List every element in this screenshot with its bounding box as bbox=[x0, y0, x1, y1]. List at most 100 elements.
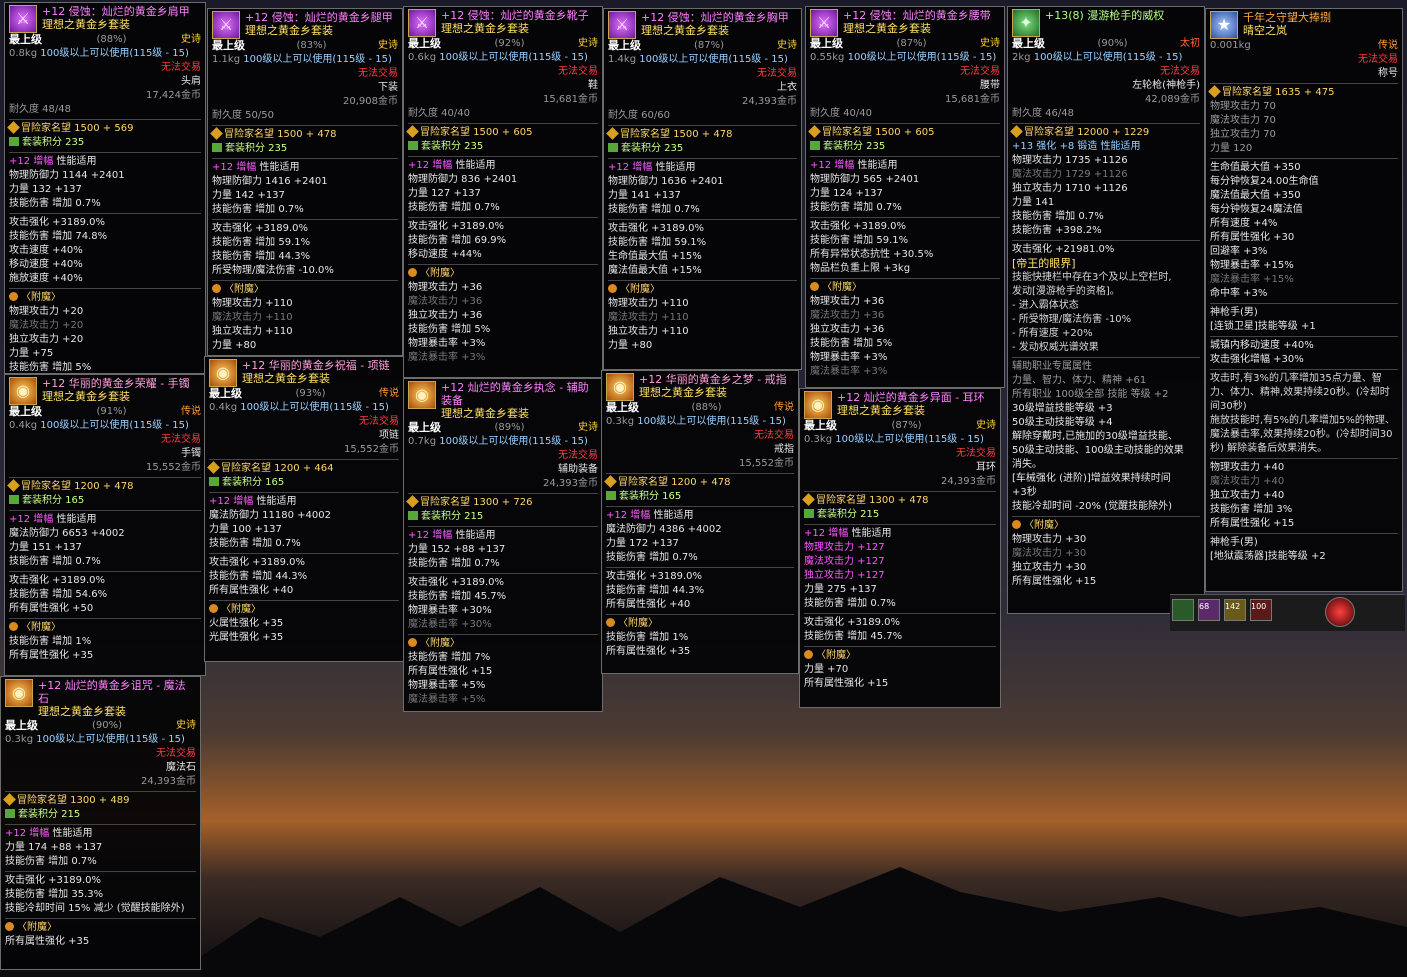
set-points: 套装积分 235 bbox=[408, 140, 598, 154]
stat-line: 物理防御力 836 +2401 bbox=[408, 174, 518, 185]
enchant-line: 独立攻击力 +110 bbox=[212, 326, 293, 337]
stat-line: 物理攻击力 1735 +1126 bbox=[1012, 155, 1128, 166]
enchant-line: 魔法攻击力 +36 bbox=[408, 296, 483, 307]
stat-line: 技能伤害 增加 0.7% bbox=[1012, 211, 1104, 222]
stat-line: 攻击强化 +3189.0% bbox=[608, 223, 705, 234]
stat-line: 技能伤害 增加 0.7% bbox=[5, 856, 97, 867]
price: 24,393金币 bbox=[941, 476, 996, 487]
grade-pct: (90%) bbox=[1097, 38, 1128, 49]
stat-line: 力量 151 +137 bbox=[9, 542, 82, 553]
stat-line: 技能冷却时间 15% 减少 (觉醒技能除外) bbox=[5, 903, 185, 914]
grade: 最上级 bbox=[209, 387, 242, 400]
grade-pct: (87%) bbox=[896, 38, 927, 49]
enchant-line: 所有属性强化 +15 bbox=[804, 678, 889, 689]
trade-status: 无法交易 bbox=[156, 748, 196, 759]
set-points: 套装积分 235 bbox=[9, 136, 201, 150]
grade: 最上级 bbox=[5, 719, 38, 732]
trade-status: 无法交易 bbox=[1160, 66, 1200, 77]
option-line: 发动[漫游枪手的资格]。 bbox=[1012, 286, 1120, 297]
item-type: 下装 bbox=[378, 82, 398, 93]
set-name: 理想之黄金乡套装 bbox=[242, 372, 330, 385]
option-line: - 所受物理/魔法伤害 -10% bbox=[1012, 314, 1132, 325]
enchant-line: 技能伤害 增加 1% bbox=[9, 636, 92, 647]
grade-pct: (87%) bbox=[891, 420, 922, 431]
skill-orb-icon[interactable] bbox=[1325, 597, 1355, 627]
weight: 0.7kg bbox=[408, 436, 437, 447]
stat-line: 技能伤害 增加 0.7% bbox=[9, 198, 101, 209]
trade-status: 无法交易 bbox=[757, 68, 797, 79]
weight: 0.6kg bbox=[408, 52, 437, 63]
item-name: 千年之守望大捧捌 bbox=[1243, 11, 1331, 24]
fame: 冒险家名望 1300 + 726 bbox=[406, 495, 598, 510]
grade: 最上级 bbox=[212, 39, 245, 52]
enchant-line: 技能伤害 增加 1% bbox=[606, 632, 689, 643]
trade-status: 无法交易 bbox=[956, 448, 996, 459]
item-name: +12 侵蚀：灿烂的黄金乡靴子 bbox=[441, 9, 589, 22]
hud-slot[interactable]: 142 bbox=[1224, 599, 1246, 621]
town-speed: 城镇内移动速度 +40% bbox=[1210, 340, 1314, 351]
weight: 2kg bbox=[1012, 52, 1031, 63]
stat-line: 力量 127 +137 bbox=[408, 188, 481, 199]
price: 24,393金币 bbox=[543, 478, 598, 489]
proc-desc: 攻击时,有3%的几率增加35点力量、智力、体力、精神,效果持续20秒。(冷却时间… bbox=[1210, 373, 1390, 412]
set-points: 套装积分 215 bbox=[408, 510, 598, 524]
set-name: 理想之黄金乡套装 bbox=[441, 22, 529, 35]
stat-line: 技能伤害 增加 0.7% bbox=[606, 552, 698, 563]
set-name: 理想之黄金乡套装 bbox=[837, 404, 925, 417]
fame: 冒险家名望 12000 + 1229 bbox=[1010, 125, 1200, 140]
stat-line: 技能伤害 增加 35.3% bbox=[5, 889, 104, 900]
enchant-line: 所有属性强化 +15 bbox=[1012, 576, 1097, 587]
fame: 冒险家名望 1635 + 475 bbox=[1208, 85, 1398, 100]
durability: 耐久度 48/48 bbox=[9, 104, 71, 115]
stat-line: 攻击强化 +3189.0% bbox=[408, 221, 505, 232]
rarity: 史诗 bbox=[181, 34, 201, 45]
stat-line: 技能伤害 增加 45.7% bbox=[408, 591, 507, 602]
rarity: 史诗 bbox=[578, 38, 598, 49]
stat-line: 魔法暴击率 +15% bbox=[1210, 274, 1294, 285]
rarity: 太初 bbox=[1180, 38, 1200, 49]
tooltip-bracelet: ◉ +12 华丽的黄金乡荣耀 - 手镯 理想之黄金乡套装 最上级 (91%) 传说 … bbox=[4, 374, 206, 676]
set-name: 理想之黄金乡套装 bbox=[641, 24, 729, 37]
hud-slot[interactable] bbox=[1172, 599, 1194, 621]
level-req: 100级以上可以使用(115级 - 15) bbox=[439, 436, 588, 447]
enchant-line: 独立攻击力 +40 bbox=[1210, 490, 1285, 501]
grade: 最上级 bbox=[608, 39, 641, 52]
amp-header: +12 增幅 性能适用 bbox=[5, 828, 93, 839]
item-name: +12 侵蚀：灿烂的黄金乡腿甲 bbox=[245, 11, 393, 24]
stat-line: 物理攻击力 70 bbox=[1210, 101, 1276, 112]
price: 15,681金币 bbox=[945, 94, 1000, 105]
enchant-line: 光属性强化 +35 bbox=[209, 632, 284, 643]
item-type: 腰带 bbox=[980, 80, 1000, 91]
trade-status: 无法交易 bbox=[358, 68, 398, 79]
enchant-line: 魔法攻击力 +20 bbox=[9, 320, 84, 331]
weight: 0.4kg bbox=[9, 420, 38, 431]
fame: 冒险家名望 1200 + 478 bbox=[604, 475, 794, 490]
enchant-header: 〈附魔〉 bbox=[5, 921, 196, 935]
hud-slot[interactable]: 68 bbox=[1198, 599, 1220, 621]
tooltip-belt: ⚔ +12 侵蚀：灿烂的黄金乡腰带 理想之黄金乡套装 最上级 (87%) 史诗 0.… bbox=[805, 6, 1005, 388]
stat-line: 每分钟恢复24.00生命值 bbox=[1210, 176, 1319, 187]
grade-pct: (90%) bbox=[91, 720, 123, 731]
enchant-line: 独立攻击力 +36 bbox=[408, 310, 483, 321]
enchant-line: 力量 +70 bbox=[804, 664, 849, 675]
enchant-header: 〈附魔〉 bbox=[804, 649, 996, 663]
level-req: 100级以上可以使用(115级 - 15) bbox=[835, 434, 984, 445]
stat-line: 力量 152 +88 +137 bbox=[408, 544, 506, 555]
hud-slot[interactable]: 100 bbox=[1250, 599, 1272, 621]
fame: 冒险家名望 1500 + 478 bbox=[210, 127, 398, 142]
enchant-line: 火属性强化 +35 bbox=[209, 618, 284, 629]
enchant-header: 〈附魔〉 bbox=[606, 617, 794, 631]
amp-header: +12 增幅 性能适用 bbox=[608, 162, 696, 173]
set-name: 理想之黄金乡套装 bbox=[245, 24, 333, 37]
stat-line: 力量 141 bbox=[1012, 197, 1055, 208]
price: 20,908金币 bbox=[343, 96, 398, 107]
enchant-line: 魔法攻击力 +30 bbox=[1012, 548, 1087, 559]
stat-line: 力量 174 +88 +137 bbox=[5, 842, 103, 853]
grade-pct: (87%) bbox=[693, 40, 725, 51]
rarity: 史诗 bbox=[980, 38, 1000, 49]
enchant-line: 物理攻击力 +20 bbox=[9, 306, 84, 317]
atk-amp: 攻击强化增幅 +30% bbox=[1210, 354, 1304, 365]
stat-line: 独立攻击力 70 bbox=[1210, 129, 1276, 140]
tooltip-pants: ⚔ +12 侵蚀：灿烂的黄金乡腿甲 理想之黄金乡套装 最上级 (83%) 史诗 1.… bbox=[207, 8, 403, 356]
enchant-line: 所有属性强化 +15 bbox=[1210, 518, 1295, 529]
